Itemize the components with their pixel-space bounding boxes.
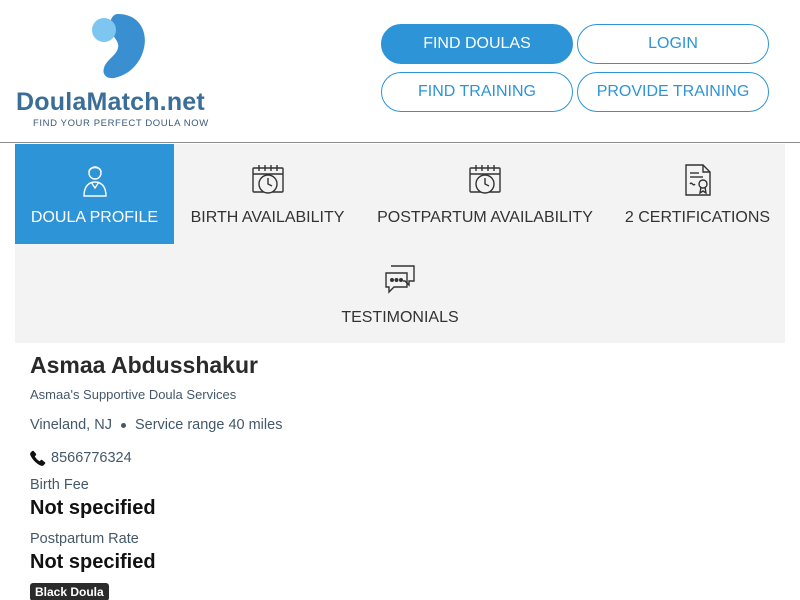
chat-bubbles-icon xyxy=(382,262,418,298)
tab-doula-profile[interactable]: DOULA PROFILE xyxy=(15,144,174,244)
location-line: Vineland, NJ Service range 40 miles xyxy=(30,417,282,433)
tab-label: DOULA PROFILE xyxy=(30,209,159,226)
find-training-button[interactable]: FIND TRAINING xyxy=(381,72,573,112)
tab-label: 2 CERTIFICATIONS xyxy=(624,209,771,226)
doula-name: Asmaa Abdusshakur xyxy=(30,352,258,378)
calendar-clock-icon xyxy=(467,162,503,198)
site-header: DoulaMatch.net FIND YOUR PERFECT DOULA N… xyxy=(0,0,800,143)
location-text: Vineland, NJ xyxy=(30,417,112,433)
tab-testimonials[interactable]: TESTIMONIALS xyxy=(325,244,475,344)
phone-icon xyxy=(30,450,46,466)
black-doula-badge: Black Doula xyxy=(30,583,109,600)
birth-fee-label: Birth Fee xyxy=(30,477,89,493)
tab-postpartum-availability[interactable]: POSTPARTUM AVAILABILITY xyxy=(370,144,600,244)
phone-number[interactable]: 8566776324 xyxy=(51,450,132,466)
separator-dot xyxy=(120,422,126,428)
tab-label: TESTIMONIALS xyxy=(341,309,459,326)
tab-birth-availability[interactable]: BIRTH AVAILABILITY xyxy=(179,144,356,244)
postpartum-rate-label: Postpartum Rate xyxy=(30,531,139,547)
calendar-clock-icon xyxy=(250,162,286,198)
service-range-text: Service range 40 miles xyxy=(134,417,283,433)
birth-fee-value: Not specified xyxy=(30,497,156,519)
tab-certifications[interactable]: 2 CERTIFICATIONS xyxy=(615,144,780,244)
doula-person-icon xyxy=(77,162,113,198)
certificate-icon xyxy=(680,162,716,198)
find-doulas-button[interactable]: FIND DOULAS xyxy=(381,24,573,64)
site-logo[interactable]: DoulaMatch.net FIND YOUR PERFECT DOULA N… xyxy=(16,12,221,132)
logo-wordmark: DoulaMatch.net xyxy=(16,88,205,116)
provide-training-button[interactable]: PROVIDE TRAINING xyxy=(577,72,769,112)
logo-mark-icon xyxy=(92,14,145,79)
login-button[interactable]: LOGIN xyxy=(577,24,769,64)
tab-label: BIRTH AVAILABILITY xyxy=(190,209,345,226)
profile-tabs: DOULA PROFILE BIRTH AVAILABILITY POSTPAR xyxy=(15,144,785,343)
logo-tagline: FIND YOUR PERFECT DOULA NOW xyxy=(33,118,209,129)
phone-line[interactable]: 8566776324 xyxy=(30,450,132,466)
business-name: Asmaa's Supportive Doula Services xyxy=(30,387,237,402)
postpartum-rate-value: Not specified xyxy=(30,551,156,573)
tab-label: POSTPARTUM AVAILABILITY xyxy=(377,209,593,226)
